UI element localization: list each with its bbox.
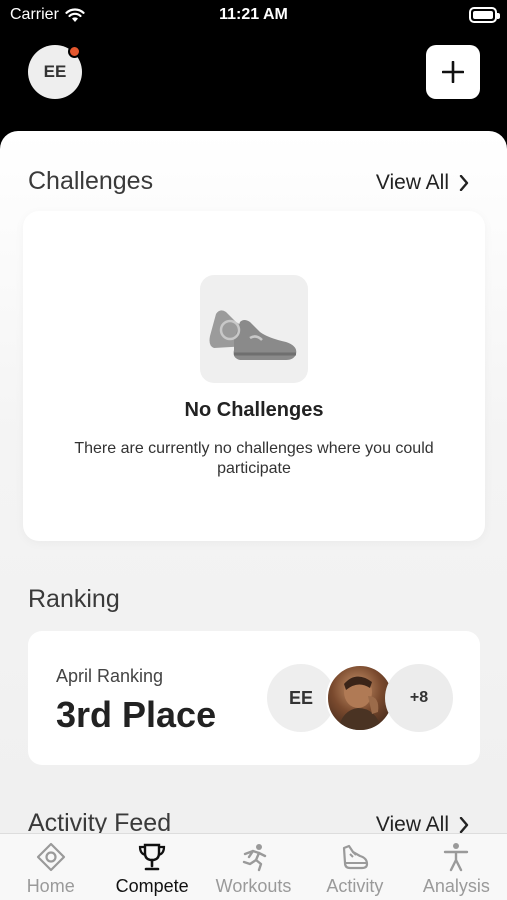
chevron-right-icon bbox=[459, 175, 469, 191]
ranking-place: 3rd Place bbox=[56, 694, 217, 735]
empty-state-title: No Challenges bbox=[184, 399, 324, 421]
ranking-card[interactable]: April Ranking 3rd Place EE +8 bbox=[28, 631, 480, 765]
ranking-period-label: April Ranking bbox=[56, 666, 164, 686]
profile-initials: EE bbox=[43, 62, 67, 81]
shoe-icon bbox=[340, 842, 370, 872]
tab-workouts[interactable]: Workouts bbox=[203, 834, 304, 900]
status-bar: Carrier 11:21 AM bbox=[0, 0, 507, 32]
challenges-card: No Challenges There are currently no cha… bbox=[23, 211, 485, 541]
tab-compete-label: Compete bbox=[115, 876, 189, 896]
ranking-title: Ranking bbox=[28, 585, 120, 613]
more-participants-badge: +8 bbox=[385, 664, 453, 732]
person-photo-icon bbox=[338, 676, 382, 730]
runner-icon bbox=[239, 842, 269, 872]
empty-state-description: There are currently no challenges where … bbox=[74, 440, 434, 477]
person-icon bbox=[441, 842, 471, 872]
tab-bar: Home Compete Workouts Activity Analysis bbox=[0, 833, 507, 900]
challenges-view-all[interactable]: View All bbox=[376, 171, 469, 195]
tab-analysis[interactable]: Analysis bbox=[406, 834, 507, 900]
view-all-label: View All bbox=[375, 171, 449, 194]
status-time: 11:21 AM bbox=[219, 6, 288, 23]
home-diamond-icon bbox=[36, 842, 66, 872]
more-participants-count: +8 bbox=[409, 689, 429, 706]
chevron-right-icon bbox=[459, 817, 469, 833]
battery-icon bbox=[469, 7, 500, 23]
plus-icon bbox=[442, 61, 464, 83]
add-button[interactable] bbox=[426, 45, 480, 99]
challenges-title: Challenges bbox=[28, 167, 154, 195]
shoe-illustration bbox=[200, 275, 308, 383]
tab-workouts-label: Workouts bbox=[215, 876, 292, 896]
main-sheet: Challenges View All No Challenges There … bbox=[0, 131, 507, 900]
notification-dot bbox=[68, 45, 81, 58]
shoes-icon bbox=[209, 310, 297, 360]
tab-home[interactable]: Home bbox=[0, 834, 101, 900]
participant-initials: EE bbox=[288, 687, 313, 708]
tab-analysis-label: Analysis bbox=[422, 876, 490, 896]
participant-photo-avatar bbox=[326, 664, 394, 732]
participant-avatar: EE bbox=[267, 664, 335, 732]
tab-compete[interactable]: Compete bbox=[101, 834, 202, 900]
tab-activity-label: Activity bbox=[326, 876, 384, 896]
profile-avatar[interactable]: EE bbox=[28, 45, 82, 99]
tab-activity[interactable]: Activity bbox=[304, 834, 405, 900]
trophy-icon bbox=[137, 842, 167, 872]
tab-home-label: Home bbox=[26, 876, 75, 896]
